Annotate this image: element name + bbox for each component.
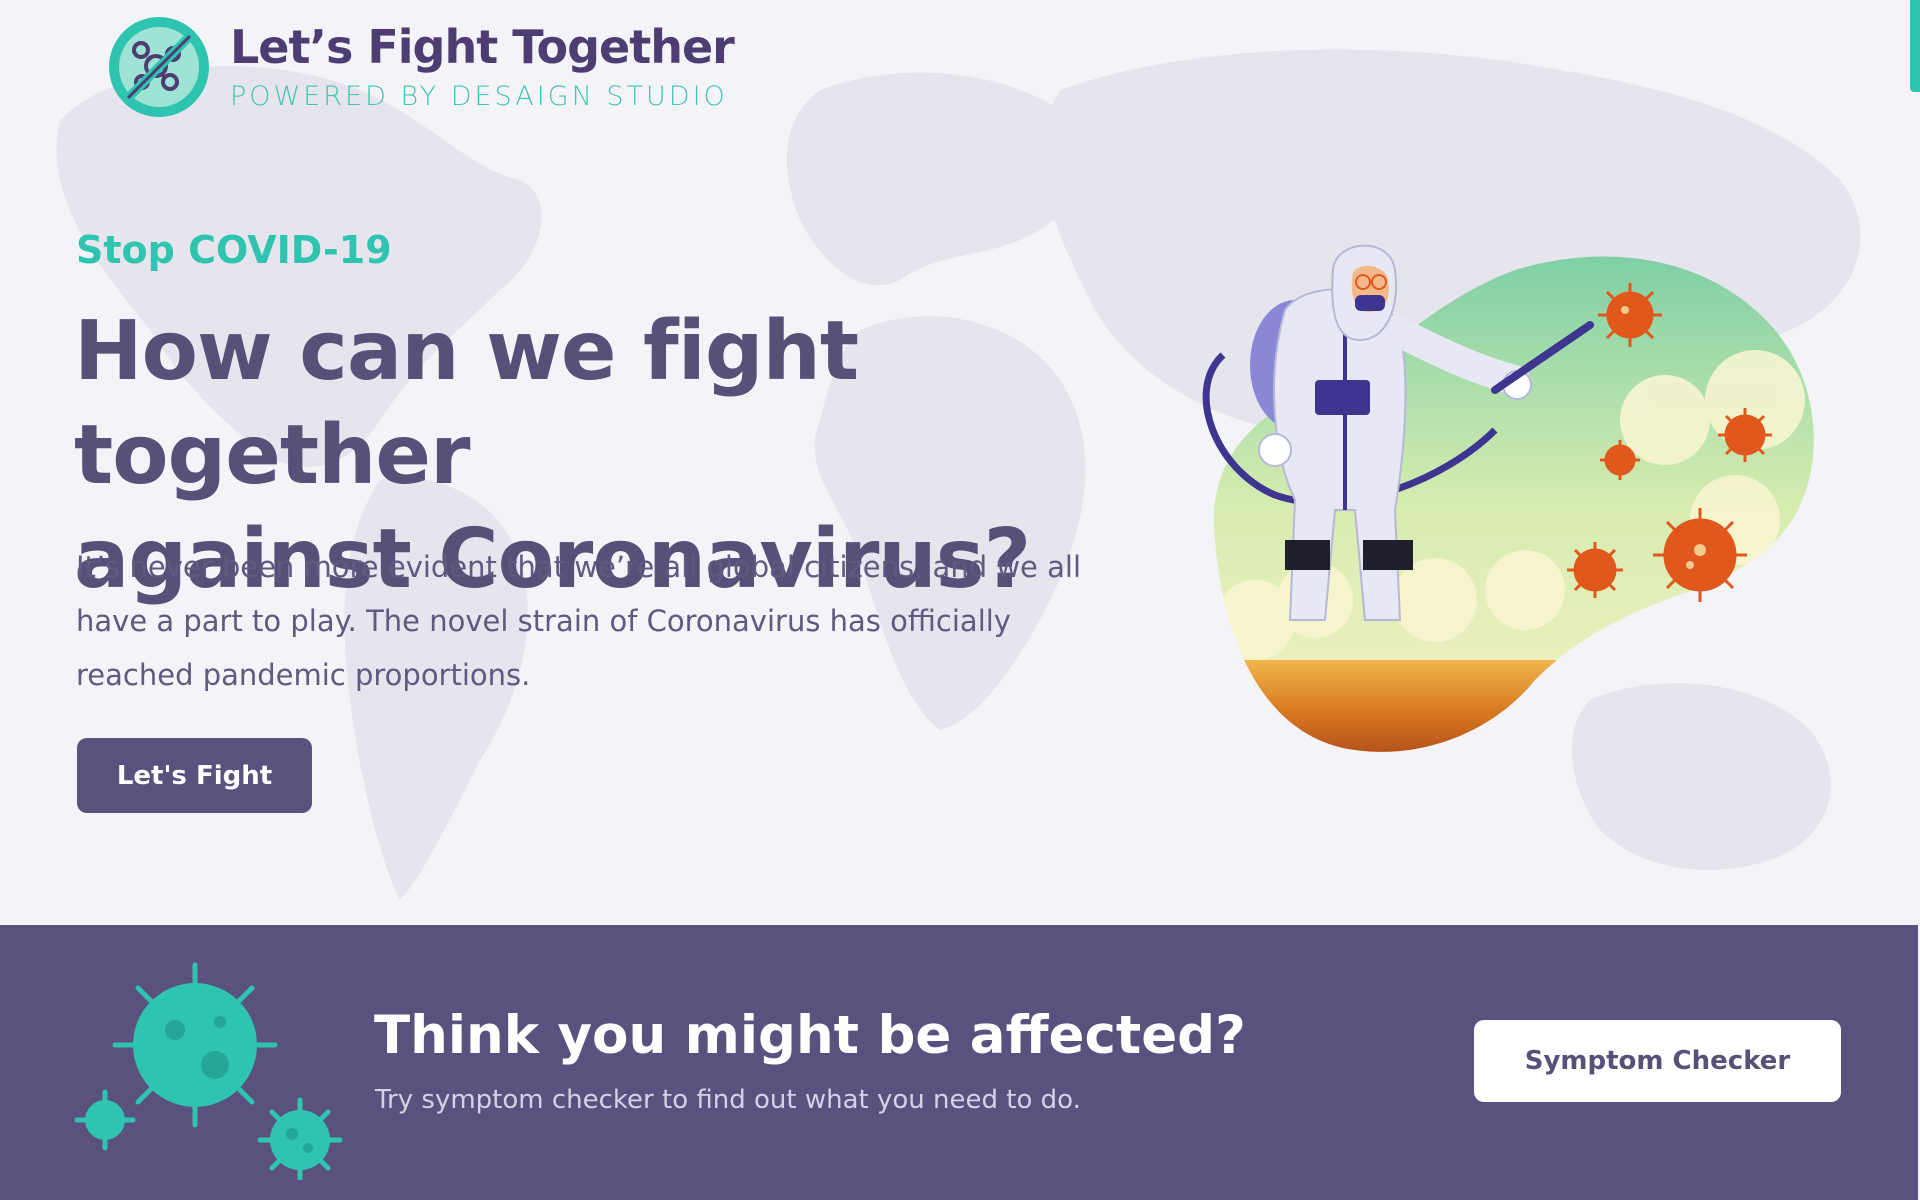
brand-title: Let’s Fight Together [230, 20, 735, 74]
scroll-indicator[interactable] [1910, 0, 1920, 92]
no-virus-icon [109, 17, 209, 117]
lets-fight-button[interactable]: Let's Fight [77, 738, 312, 813]
brand-header[interactable]: Let’s Fight Together POWERED BY DESAIGN … [106, 14, 735, 120]
virus-cluster-icon [74, 962, 343, 1180]
disinfection-worker-illustration [1202, 244, 1814, 752]
headline-line-1: How can we fight together [74, 304, 859, 503]
hero-eyebrow: Stop COVID-19 [76, 228, 392, 272]
banner-subtitle: Try symptom checker to find out what you… [375, 1085, 1081, 1115]
symptom-banner: Think you might be affected? Try symptom… [0, 925, 1918, 1200]
banner-title: Think you might be affected? [374, 1005, 1246, 1066]
brand-subtitle: POWERED BY DESAIGN STUDIO [230, 81, 728, 112]
hero-lead: It’s never been more evident that we’re … [76, 550, 1082, 692]
symptom-checker-button[interactable]: Symptom Checker [1474, 1020, 1841, 1102]
